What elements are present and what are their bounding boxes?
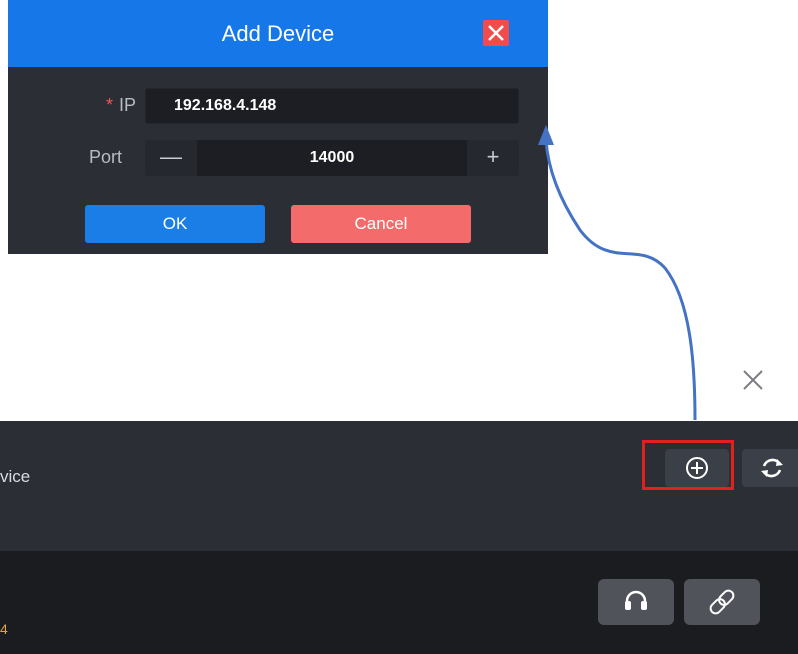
close-icon[interactable] (740, 367, 766, 393)
add-button-highlight (642, 440, 734, 490)
add-device-dialog: Add Device * IP 192.168.4.148 Port — 1400… (8, 0, 548, 254)
ip-label: * IP (76, 95, 136, 116)
link-button[interactable] (684, 579, 760, 625)
required-mark: * (105, 95, 113, 115)
refresh-button[interactable] (742, 449, 798, 487)
screenshot-root: { "dialog": { "title": "Add Device", "ip… (0, 0, 798, 654)
ip-label-text: IP (118, 95, 136, 115)
device-row: 4 (0, 551, 798, 654)
dialog-title: Add Device (221, 21, 335, 46)
device-title: vice (0, 467, 31, 486)
link-icon (709, 589, 735, 615)
headset-icon (625, 590, 647, 610)
row-value: 4 (0, 621, 8, 637)
port-input[interactable]: 14000 (197, 140, 467, 176)
close-icon[interactable] (483, 20, 509, 46)
port-decrement-button[interactable]: — (145, 140, 197, 176)
refresh-icon (761, 458, 783, 478)
ok-button[interactable]: OK (85, 205, 265, 243)
port-stepper: — 14000 + (145, 140, 519, 176)
cancel-button[interactable]: Cancel (291, 205, 471, 243)
ip-input[interactable]: 192.168.4.148 (145, 88, 519, 124)
port-label: Port (88, 147, 122, 167)
port-increment-button[interactable]: + (467, 140, 519, 176)
headset-button[interactable] (598, 579, 674, 625)
dialog-header: Add Device (8, 0, 548, 67)
